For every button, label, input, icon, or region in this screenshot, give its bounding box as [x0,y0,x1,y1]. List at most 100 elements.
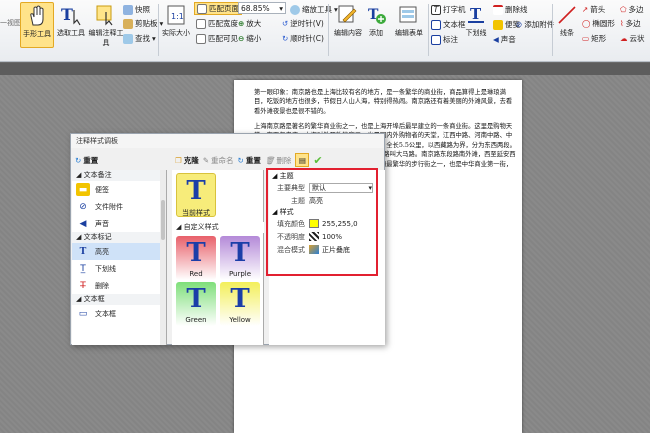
sound-button[interactable]: ◀ 声音 [493,34,516,45]
edit-content-label: 编辑内容 [334,29,362,37]
edit-annot-tool-button[interactable]: 编辑注释工具 [86,2,126,48]
rotate-cw-label: 顺时针(C) [290,34,324,43]
current-style-label: 当前样式 [182,209,210,217]
speaker-icon: ◀ [79,218,87,229]
rotate-left-icon: ↺ [282,19,289,28]
strikeout-button[interactable]: 删除线 [493,4,528,15]
clipboard-icon [123,18,133,29]
actual-size-button[interactable]: 1:1 实际大小 [160,2,192,48]
scrollbar[interactable] [160,170,166,345]
ellipse-label: 椭圆形 [592,19,615,28]
reset2-button[interactable]: ↻ 重置 [238,155,261,166]
rotate-right-icon: ↻ [282,34,289,43]
fit-width-button[interactable]: 匹配宽度 [196,18,238,29]
rotate-cw-button[interactable]: ↻ 顺时针(C) [282,33,324,44]
annotation-type-item[interactable]: ▭ 文本框 [72,305,166,322]
annotation-type-item[interactable]: T 高亮 [72,243,166,260]
hand-tool-button[interactable]: 手形工具 [20,2,54,48]
clone-button[interactable]: ❐ 克隆 [175,155,199,166]
snapshot-label: 快照 [135,5,150,14]
rectangle-button[interactable]: ▭ 矩形 [582,33,606,44]
edit-content-button[interactable]: 编辑内容 [330,2,366,48]
fit-visible-label: 匹配可见 [208,34,238,43]
chevron-down-icon: ▾ [279,3,283,13]
reset-button[interactable]: ↻ 重置 [75,155,98,166]
add-button[interactable]: T 添加 [364,2,388,48]
line-button[interactable]: 线条 [554,2,580,48]
style-tile[interactable]: T Yellow [220,282,260,326]
polyline-button[interactable]: ⌇ 多边 [620,18,641,29]
annotation-type-list[interactable]: ◢ 文本备注 ▬ 便签 ⊘ 文件附件 ◀ 声音 ◢ 文本标记 T 高亮 T̲ 下划线 T̶ 删除 ◢ 文本框… [72,170,167,345]
annotation-edit-icon [94,4,118,26]
hand-tool-label: 手形工具 [23,30,51,38]
style-tile-label: Yellow [229,316,251,324]
underline-button[interactable]: T 下划线 [460,2,492,48]
strikeout-icon: T̶ [80,280,86,291]
clone-label: 克隆 [183,155,199,165]
polygon-icon: ⬠ [620,5,627,14]
textbox-icon: ▭ [78,308,88,319]
arrow-icon: ↗ [582,5,589,14]
attach-file-button[interactable]: ⊘ 添加附件 [516,19,554,30]
fit-page-button[interactable]: 匹配页面 [194,2,242,15]
annotation-type-item[interactable]: T̶ 删除 [72,277,166,294]
annotation-type-label: 高亮 [95,247,109,256]
refresh-icon: ↻ [75,155,82,165]
category-header[interactable]: ◢ 文本备注 [72,170,166,181]
annotation-type-item[interactable]: ⊘ 文件附件 [72,198,166,215]
annotation-type-item[interactable]: ◀ 声音 [72,215,166,232]
annotation-type-label: 文本框 [95,309,116,318]
select-tool-button[interactable]: T 选取工具 [54,2,88,48]
check-button[interactable]: ✔ [313,154,322,167]
annotation-type-label: 便签 [95,185,109,194]
zoom-select[interactable]: 68.85% ▾ [238,2,286,14]
rectangle-icon: ▭ [582,34,590,43]
style-t-glyph: T [186,284,206,314]
scrollbar-thumb[interactable] [161,200,165,240]
attach-file-label: 添加附件 [524,20,555,29]
left-toolbar: ↻ 重置 [75,150,98,170]
line-label: 线条 [560,29,574,37]
callout-button[interactable]: 标注 [431,34,458,45]
snapshot-button[interactable]: 快照 [123,4,150,15]
zoom-in-button[interactable]: ⊕ 放大 [238,18,261,29]
custom-styles-header: ◢ 自定义样式 [172,222,264,233]
svg-text:T: T [61,5,73,24]
zoom-in-label: 放大 [246,19,262,28]
delete-button[interactable]: 🗑 删除 [265,155,292,166]
category-header[interactable]: ◢ 文本框 [72,294,166,305]
edit-form-button[interactable]: 编辑表单 [390,2,428,48]
cloud-button[interactable]: ☁ 云状 [620,33,645,44]
refresh-icon: ↻ [237,155,244,165]
style-tile[interactable]: T Red [176,236,216,280]
chevron-down-icon: ▾ [152,34,156,43]
annotation-type-label: 下划线 [95,264,116,273]
view-label[interactable]: 一视图 [0,18,21,28]
ribbon-toolbar: 一视图 手形工具 T 选取工具 编辑注释工具 快照 剪贴板 ▾ 查找 ▾ 1:1 实… [0,0,650,62]
arrow-button[interactable]: ↗ 箭头 [582,4,605,15]
style-tile-label: Purple [228,270,252,278]
polygon-label: 多边 [628,5,644,14]
rotate-ccw-button[interactable]: ↺ 逆时针(V) [282,18,324,29]
polygon-button[interactable]: ⬠ 多边 [620,4,644,15]
current-style-tile[interactable]: T 当前样式 [176,173,216,217]
style-tile-label: Green [185,316,207,324]
style-t-glyph: T [186,238,206,268]
category-header[interactable]: ◢ 文本标记 [72,232,166,243]
separator [428,4,429,56]
props-view-button[interactable]: ▤ [295,153,310,167]
annotation-type-label: 声音 [95,219,109,228]
annotation-type-item[interactable]: ▬ 便签 [72,181,166,198]
typewriter-icon: T [431,4,441,15]
ellipse-button[interactable]: ◯ 椭圆形 [582,18,615,29]
annotation-type-item[interactable]: T̲ 下划线 [72,260,166,277]
fit-visible-button[interactable]: 匹配可见 [196,33,238,44]
style-tile[interactable]: T Purple [220,236,260,280]
zoom-out-button[interactable]: ⊖ 缩小 [238,33,261,44]
paperclip-icon: ⊘ [79,201,87,212]
annotation-type-label: 删除 [95,281,109,290]
rename-button[interactable]: ✎ 重命名 [203,155,234,166]
style-gallery: T 当前样式 ◢ 自定义样式 T Red T Purple T Green T Yellow [172,170,264,345]
style-tile[interactable]: T Green [176,282,216,326]
find-button[interactable]: 查找 ▾ [123,33,156,44]
